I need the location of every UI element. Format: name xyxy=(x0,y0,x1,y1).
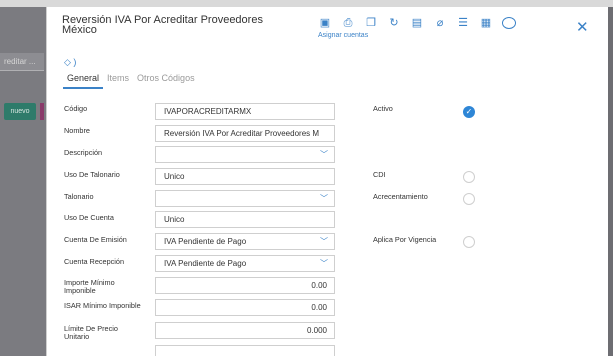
codigo-label: Código xyxy=(64,104,88,113)
cuenta-recepcion-value: IVA Pendiente de Pago xyxy=(164,259,247,268)
chevron-down-icon: ﹀ xyxy=(320,259,328,268)
close-icon[interactable]: ✕ xyxy=(576,20,589,36)
tab-otros-codigos[interactable]: Otros Códigos xyxy=(133,73,199,89)
tab-general[interactable]: General xyxy=(63,73,104,89)
cuenta-recepcion-select[interactable]: IVA Pendiente de Pago ﹀ xyxy=(155,255,335,272)
background-new-button[interactable]: nuevo xyxy=(4,103,36,120)
chevron-down-icon: ﹀ xyxy=(320,237,328,246)
chevron-down-icon: ﹀ xyxy=(320,150,328,159)
list-icon[interactable]: ☰ xyxy=(456,16,470,30)
save-icon[interactable]: ▣ xyxy=(318,16,332,30)
tab-items[interactable]: Items xyxy=(103,73,133,89)
document-icon[interactable]: ▦ xyxy=(479,16,493,30)
uso-cuenta-label: Uso De Cuenta xyxy=(64,213,114,222)
isar-minimo-input[interactable]: 0.00 xyxy=(155,299,335,316)
nombre-label: Nombre xyxy=(64,126,90,135)
cuenta-emision-value: IVA Pendiente de Pago xyxy=(164,237,247,246)
descripcion-select[interactable]: ﹀ xyxy=(155,146,335,163)
background-button-edge xyxy=(40,103,44,120)
codigo-input[interactable]: IVAPORACREDITARMX xyxy=(155,103,335,120)
activo-checkbox[interactable]: ✓ xyxy=(463,106,475,118)
pdf-icon[interactable]: ▤ xyxy=(410,16,424,30)
print-icon[interactable]: ⎙ xyxy=(341,16,355,30)
acrecentamiento-label: Acrecentamiento xyxy=(373,192,428,201)
descripcion-label: Descripción xyxy=(64,148,103,157)
uso-talonario-input[interactable]: Unico xyxy=(155,168,335,185)
code-detail-modal: Reversión IVA Por Acreditar Proveedores … xyxy=(46,7,608,356)
importe-minimo-label: Importe Mínimo Imponible xyxy=(64,278,115,295)
activo-label: Activo xyxy=(373,104,393,113)
aplica-vigencia-label: Aplica Por Vigencia xyxy=(373,235,437,244)
limite-precio-input[interactable]: 0.000 xyxy=(155,322,335,339)
cdi-label: CDI xyxy=(373,170,386,179)
importe-minimo-input[interactable]: 0.00 xyxy=(155,277,335,294)
modal-title: Reversión IVA Por Acreditar Proveedores … xyxy=(62,14,263,36)
assign-accounts-link[interactable]: Asignar cuentas xyxy=(318,32,368,39)
acrecentamiento-checkbox[interactable] xyxy=(463,193,475,205)
nombre-input[interactable]: Reversión IVA Por Acreditar Proveedores … xyxy=(155,125,335,142)
background-search-input[interactable]: reditar ... xyxy=(0,53,44,71)
background-right-edge xyxy=(608,7,613,356)
tab-bar: General Items Otros Códigos xyxy=(63,73,199,89)
isar-minimo-label: ISAR Mínimo Imponible xyxy=(64,301,141,310)
talonario-label: Talonario xyxy=(64,192,94,201)
attachment-icon[interactable]: ⌀ xyxy=(433,16,447,30)
comment-icon[interactable] xyxy=(502,17,516,29)
talonario-select[interactable]: ﹀ xyxy=(155,190,335,207)
aplica-vigencia-checkbox[interactable] xyxy=(463,236,475,248)
history-icon[interactable]: ↻ xyxy=(387,16,401,30)
next-field-partial[interactable] xyxy=(155,345,335,356)
cdi-checkbox[interactable] xyxy=(463,171,475,183)
copy-icon[interactable]: ❐ xyxy=(364,16,378,30)
uso-talonario-label: Uso De Talonario xyxy=(64,170,120,179)
cuenta-emision-label: Cuenta De Emisión xyxy=(64,235,127,244)
tag-icon[interactable]: ◇ ) xyxy=(64,57,76,68)
limite-precio-label: Límite De Precio Unitario xyxy=(64,324,118,341)
uso-cuenta-input[interactable]: Unico xyxy=(155,211,335,228)
chevron-down-icon: ﹀ xyxy=(320,194,328,203)
background-top-bar xyxy=(0,0,613,7)
cuenta-emision-select[interactable]: IVA Pendiente de Pago ﹀ xyxy=(155,233,335,250)
cuenta-recepcion-label: Cuenta Recepción xyxy=(64,257,125,266)
